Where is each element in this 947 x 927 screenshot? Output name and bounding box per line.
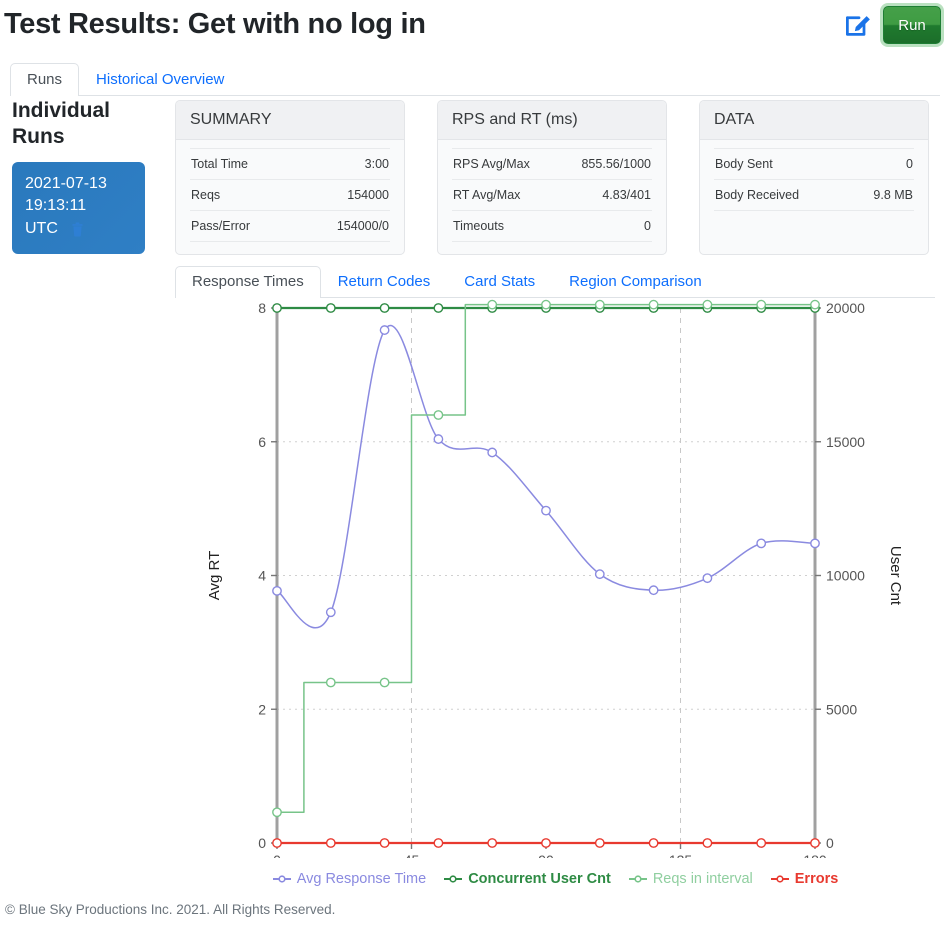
row-value: 154000 bbox=[347, 188, 389, 202]
svg-text:45: 45 bbox=[404, 852, 420, 858]
legend-swatch-icon bbox=[628, 874, 648, 884]
row-label: RPS Avg/Max bbox=[453, 157, 530, 171]
svg-text:6: 6 bbox=[258, 434, 266, 450]
svg-text:5000: 5000 bbox=[826, 701, 857, 717]
table-row: Timeouts 0 bbox=[452, 210, 652, 242]
svg-text:User Cnt: User Cnt bbox=[887, 546, 904, 606]
card-data: DATA Body Sent 0 Body Received 9.8 MB bbox=[699, 100, 929, 255]
row-label: Total Time bbox=[191, 157, 248, 171]
table-row: Pass/Error 154000/0 bbox=[190, 210, 390, 242]
svg-text:135: 135 bbox=[669, 852, 693, 858]
individual-runs-heading: Individual Runs bbox=[12, 98, 162, 151]
legend-item-reqs-in-interval[interactable]: Reqs in interval bbox=[628, 871, 753, 887]
legend-label: Errors bbox=[795, 871, 839, 887]
tab-region-comparison[interactable]: Region Comparison bbox=[552, 266, 719, 298]
card-summary-body: Total Time 3:00 Reqs 154000 Pass/Error 1… bbox=[176, 140, 404, 254]
row-label: RT Avg/Max bbox=[453, 188, 520, 202]
svg-text:15000: 15000 bbox=[826, 434, 865, 450]
page-title: Test Results: Get with no log in bbox=[4, 8, 426, 41]
row-value: 154000/0 bbox=[337, 219, 389, 233]
table-row: RT Avg/Max 4.83/401 bbox=[452, 179, 652, 210]
run-date: 2021-07-13 bbox=[25, 173, 132, 196]
legend-item-avg-response-time[interactable]: Avg Response Time bbox=[272, 871, 427, 887]
svg-text:10000: 10000 bbox=[826, 568, 865, 584]
card-data-title: DATA bbox=[700, 101, 928, 140]
footer-copyright: © Blue Sky Productions Inc. 2021. All Ri… bbox=[5, 902, 335, 917]
svg-text:0: 0 bbox=[826, 835, 834, 851]
svg-text:0: 0 bbox=[273, 852, 281, 858]
row-value: 4.83/401 bbox=[602, 188, 651, 202]
trash-icon[interactable] bbox=[71, 222, 84, 237]
individual-runs-sidebar: Individual Runs 2021-07-13 19:13:11 UTC bbox=[12, 98, 162, 254]
top-tab-bar: Runs Historical Overview bbox=[10, 60, 940, 96]
chart-tab-bar: Response Times Return Codes Card Stats R… bbox=[175, 263, 935, 298]
card-rps-rt-title: RPS and RT (ms) bbox=[438, 101, 666, 140]
run-button[interactable]: Run bbox=[883, 6, 941, 44]
header-actions: Run bbox=[843, 6, 941, 44]
card-summary: SUMMARY Total Time 3:00 Reqs 154000 Pass… bbox=[175, 100, 405, 255]
row-label: Body Received bbox=[715, 188, 799, 202]
table-row: Body Sent 0 bbox=[714, 148, 914, 179]
test-results-page: Test Results: Get with no log in Run Run… bbox=[0, 0, 947, 927]
run-tz-row: UTC bbox=[25, 218, 132, 241]
svg-text:90: 90 bbox=[538, 852, 554, 858]
tab-historical-overview[interactable]: Historical Overview bbox=[79, 63, 241, 96]
row-label: Pass/Error bbox=[191, 219, 250, 233]
legend-swatch-icon bbox=[443, 874, 463, 884]
table-row: Total Time 3:00 bbox=[190, 148, 390, 179]
row-label: Reqs bbox=[191, 188, 220, 202]
svg-text:20000: 20000 bbox=[826, 300, 865, 316]
card-data-body: Body Sent 0 Body Received 9.8 MB bbox=[700, 140, 928, 223]
legend-item-concurrent-user-cnt[interactable]: Concurrent User Cnt bbox=[443, 871, 611, 887]
legend-swatch-icon bbox=[272, 874, 292, 884]
chart-panel: Response Times Return Codes Card Stats R… bbox=[175, 263, 935, 863]
chart-svg: 0 2 4 6 8 0 5000 10000 15000 20000 0 45 90 135 180 Avg … bbox=[175, 298, 935, 858]
run-timezone: UTC bbox=[25, 218, 58, 241]
card-rps-rt-body: RPS Avg/Max 855.56/1000 RT Avg/Max 4.83/… bbox=[438, 140, 666, 254]
row-value: 0 bbox=[644, 219, 651, 233]
svg-text:180: 180 bbox=[803, 852, 827, 858]
svg-text:4: 4 bbox=[258, 568, 266, 584]
legend-label: Avg Response Time bbox=[297, 871, 427, 887]
legend-label: Concurrent User Cnt bbox=[468, 871, 611, 887]
card-rps-rt: RPS and RT (ms) RPS Avg/Max 855.56/1000 … bbox=[437, 100, 667, 255]
svg-text:Avg RT: Avg RT bbox=[206, 551, 223, 600]
run-time: 19:13:11 bbox=[25, 195, 132, 218]
row-value: 3:00 bbox=[365, 157, 389, 171]
run-list-item[interactable]: 2021-07-13 19:13:11 UTC bbox=[12, 162, 145, 254]
tab-return-codes[interactable]: Return Codes bbox=[321, 266, 448, 298]
row-value: 0 bbox=[906, 157, 913, 171]
row-value: 855.56/1000 bbox=[581, 157, 651, 171]
response-times-chart: 0 2 4 6 8 0 5000 10000 15000 20000 0 45 90 135 180 Avg … bbox=[175, 298, 935, 858]
tab-card-stats[interactable]: Card Stats bbox=[447, 266, 552, 298]
svg-text:8: 8 bbox=[258, 300, 266, 316]
edit-pencil-icon[interactable] bbox=[843, 10, 873, 40]
chart-legend: Avg Response Time Concurrent User Cnt Re… bbox=[175, 871, 935, 887]
legend-label: Reqs in interval bbox=[653, 871, 753, 887]
svg-text:0: 0 bbox=[258, 835, 266, 851]
row-label: Timeouts bbox=[453, 219, 504, 233]
tab-response-times[interactable]: Response Times bbox=[175, 266, 321, 298]
tab-runs[interactable]: Runs bbox=[10, 63, 79, 96]
table-row: Reqs 154000 bbox=[190, 179, 390, 210]
table-row: Body Received 9.8 MB bbox=[714, 179, 914, 211]
card-summary-title: SUMMARY bbox=[176, 101, 404, 140]
table-row: RPS Avg/Max 855.56/1000 bbox=[452, 148, 652, 179]
row-value: 9.8 MB bbox=[873, 188, 913, 202]
row-label: Body Sent bbox=[715, 157, 773, 171]
legend-swatch-icon bbox=[770, 874, 790, 884]
svg-text:2: 2 bbox=[258, 701, 266, 717]
legend-item-errors[interactable]: Errors bbox=[770, 871, 839, 887]
summary-cards: SUMMARY Total Time 3:00 Reqs 154000 Pass… bbox=[175, 100, 935, 255]
